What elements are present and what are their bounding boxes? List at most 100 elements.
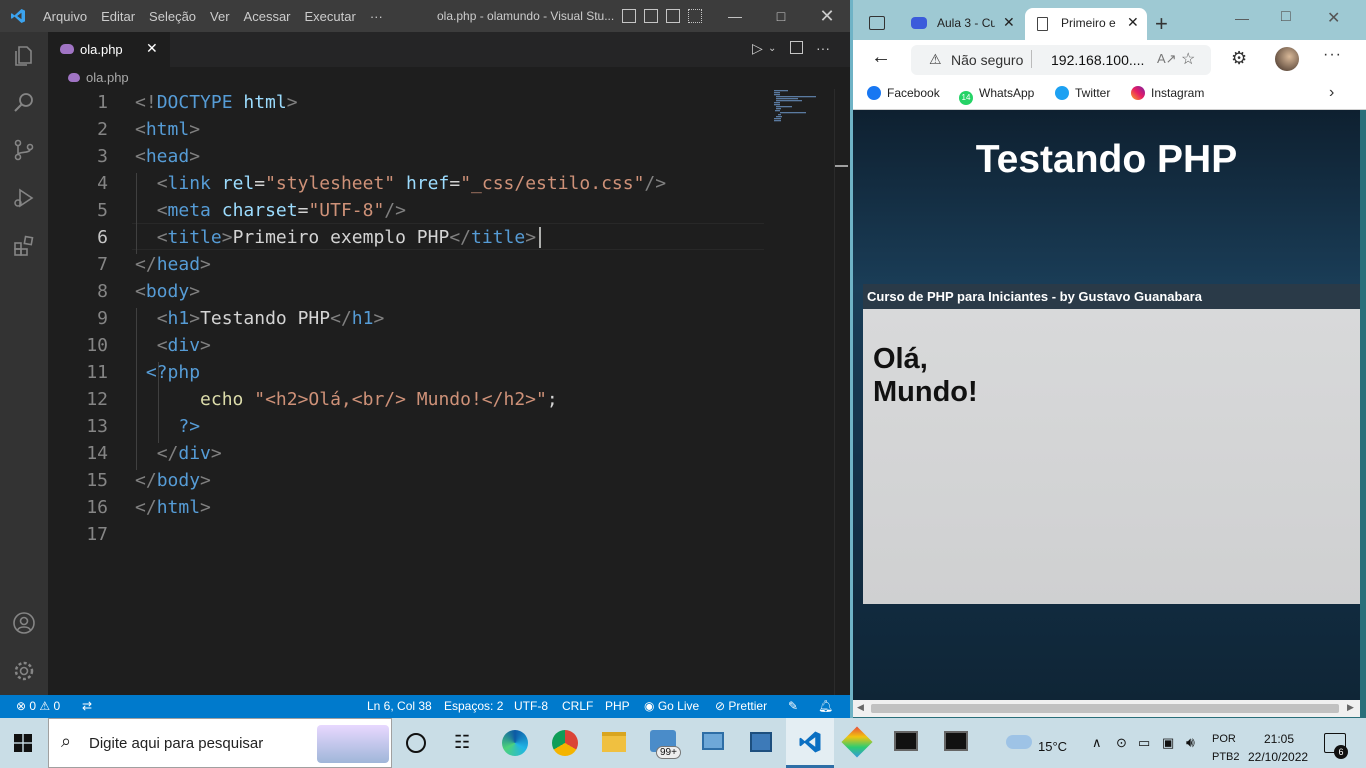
status-bar: ⊗ 0 ⚠ 0 ⇄ Ln 6, Col 38 Espaços: 2 UTF-8 … [0,695,850,718]
editor-scrollbar[interactable] [834,89,848,695]
tab-close-icon[interactable]: ✕ [1003,14,1015,31]
taskbar-search-box[interactable]: ⌕ Digite aqui para pesquisar [48,718,392,768]
bookmark-facebook[interactable]: Facebook [867,86,940,100]
vscode-taskbar-active[interactable] [786,718,834,768]
tab-close-icon[interactable]: ✕ [1127,14,1139,31]
encoding[interactable]: UTF-8 [514,699,548,713]
minimize-button[interactable]: — [712,0,758,32]
weather-cloud-icon[interactable] [1006,735,1032,749]
web-page-viewport[interactable]: Testando PHP Curso de PHP para Iniciante… [853,110,1360,700]
cortana-icon[interactable] [406,733,426,753]
settings-more-icon[interactable]: ··· [1323,46,1342,64]
terminal-icon-2[interactable] [944,731,968,751]
account-icon[interactable] [12,611,36,635]
colorful-app-icon[interactable] [841,726,873,758]
code-editor[interactable]: 1 <!DOCTYPE html> 2 <html> 3 <head> 4 <link… [48,89,834,695]
breadcrumb-file[interactable]: ola.php [86,70,129,85]
split-editor-icon[interactable] [790,41,803,54]
new-tab-icon[interactable]: + [1155,11,1168,37]
toggle-secondary-sidebar-icon[interactable] [666,9,680,23]
laptop-app-icon[interactable] [702,732,724,750]
bookmark-twitter[interactable]: Twitter [1055,86,1110,100]
keyboard-layout[interactable]: PTB2 [1212,751,1240,763]
close-button[interactable]: ✕ [1327,8,1340,28]
menu-more[interactable]: ··· [363,9,390,24]
clock-date[interactable]: 22/10/2022 [1248,750,1308,764]
menu-arquivo[interactable]: Arquivo [36,9,94,24]
terminal-icon-1[interactable] [894,731,918,751]
language-mode[interactable]: PHP [605,699,630,713]
prettier-button[interactable]: ⊘ Prettier [715,699,767,713]
extensions-puzzle-icon[interactable]: ⚙ [1231,48,1247,69]
network-icon[interactable]: ▣ [1162,735,1174,751]
not-secure-label[interactable]: Não seguro [951,52,1023,68]
more-actions-icon[interactable]: ··· [816,40,830,56]
bookmarks-more-icon[interactable]: › [1329,84,1334,102]
toggle-panel-icon[interactable] [644,9,658,23]
chrome-taskbar-icon[interactable] [552,730,578,756]
menu-acessar[interactable]: Acessar [237,9,298,24]
close-button[interactable]: ✕ [804,0,850,32]
horizontal-scrollbar[interactable]: ◀ ▶ [853,700,1360,717]
menu-selecao[interactable]: Seleção [142,9,203,24]
temperature[interactable]: 15°C [1038,739,1067,754]
end-of-line[interactable]: CRLF [562,699,593,713]
line-number: 10 [86,335,108,356]
url-text[interactable]: 192.168.100.... [1051,52,1144,68]
bookmark-whatsapp[interactable]: 14 WhatsApp [959,86,1034,105]
explorer-icon[interactable] [12,44,36,68]
notifications-bell-icon[interactable]: 🔔︎ [818,699,833,713]
scroll-left-icon[interactable]: ◀ [857,702,864,713]
menu-executar[interactable]: Executar [298,9,363,24]
tab-close-icon[interactable]: ✕ [146,40,158,57]
windows-start-icon[interactable] [14,734,32,752]
file-explorer-icon[interactable] [602,732,626,752]
read-aloud-icon[interactable]: A↗ [1157,51,1177,67]
source-control-icon[interactable] [12,138,36,162]
bookmark-instagram[interactable]: Instagram [1131,86,1204,100]
manage-gear-icon[interactable] [12,659,36,683]
page-heading: Testando PHP [975,138,1238,181]
favorite-star-icon[interactable]: ☆ [1181,49,1195,69]
browser-tab-strip: Aula 3 - Cu ✕ Primeiro e ✕ + — □ ✕ [853,0,1366,45]
task-view-icon[interactable]: ☷ [454,732,476,754]
address-bar[interactable]: ⚠ Não seguro 192.168.100.... A↗ ☆ [911,45,1211,75]
clock-time[interactable]: 21:05 [1264,732,1294,746]
tray-device-icon[interactable]: ⊙ [1116,735,1127,751]
run-dropdown-icon[interactable]: ⌄ [768,43,776,54]
photos-app-icon[interactable] [750,732,772,752]
tray-chevron-icon[interactable]: ∧ [1092,735,1102,751]
mail-badge: 99+ [656,746,681,759]
code-line: 5 <meta charset="UTF-8"/> [48,197,768,224]
search-icon[interactable] [12,90,36,114]
go-live-button[interactable]: ◉ Go Live [644,699,699,713]
minimap[interactable] [772,89,820,129]
run-debug-icon[interactable] [12,186,36,210]
back-icon[interactable]: ← [871,46,891,69]
minimize-button[interactable]: — [1235,10,1249,26]
cursor-position[interactable]: Ln 6, Col 38 [367,699,432,713]
tab-ola-php[interactable]: ola.php ✕ [48,32,170,67]
errors-warnings[interactable]: ⊗ 0 ⚠ 0 [16,699,60,713]
language-code[interactable]: POR [1212,733,1236,745]
maximize-button[interactable]: □ [1281,8,1291,26]
profile-avatar[interactable] [1275,47,1299,71]
maximize-button[interactable]: □ [758,0,804,32]
menu-ver[interactable]: Ver [203,9,237,24]
run-icon[interactable]: ▷ [752,40,763,57]
tray-battery-icon[interactable]: ▭ [1138,735,1150,751]
indentation[interactable]: Espaços: 2 [444,699,503,713]
customize-layout-icon[interactable] [688,9,702,23]
live-share-icon[interactable]: ⇄ [82,699,92,713]
scrollbar-thumb[interactable] [871,704,1339,713]
extensions-icon[interactable] [12,234,36,258]
toggle-sidebar-icon[interactable] [622,9,636,23]
scroll-right-icon[interactable]: ▶ [1347,702,1354,713]
warning-icon[interactable]: ⚠ [929,51,942,68]
feedback-icon[interactable]: ✎ [788,699,798,713]
edge-taskbar-icon[interactable] [502,730,528,756]
bookmarks-bar: Facebook 14 WhatsApp Twitter Instagram › [853,80,1366,110]
menu-editar[interactable]: Editar [94,9,142,24]
volume-icon[interactable]: 🔊︎ [1186,734,1195,751]
tab-actions-icon[interactable] [869,16,885,30]
